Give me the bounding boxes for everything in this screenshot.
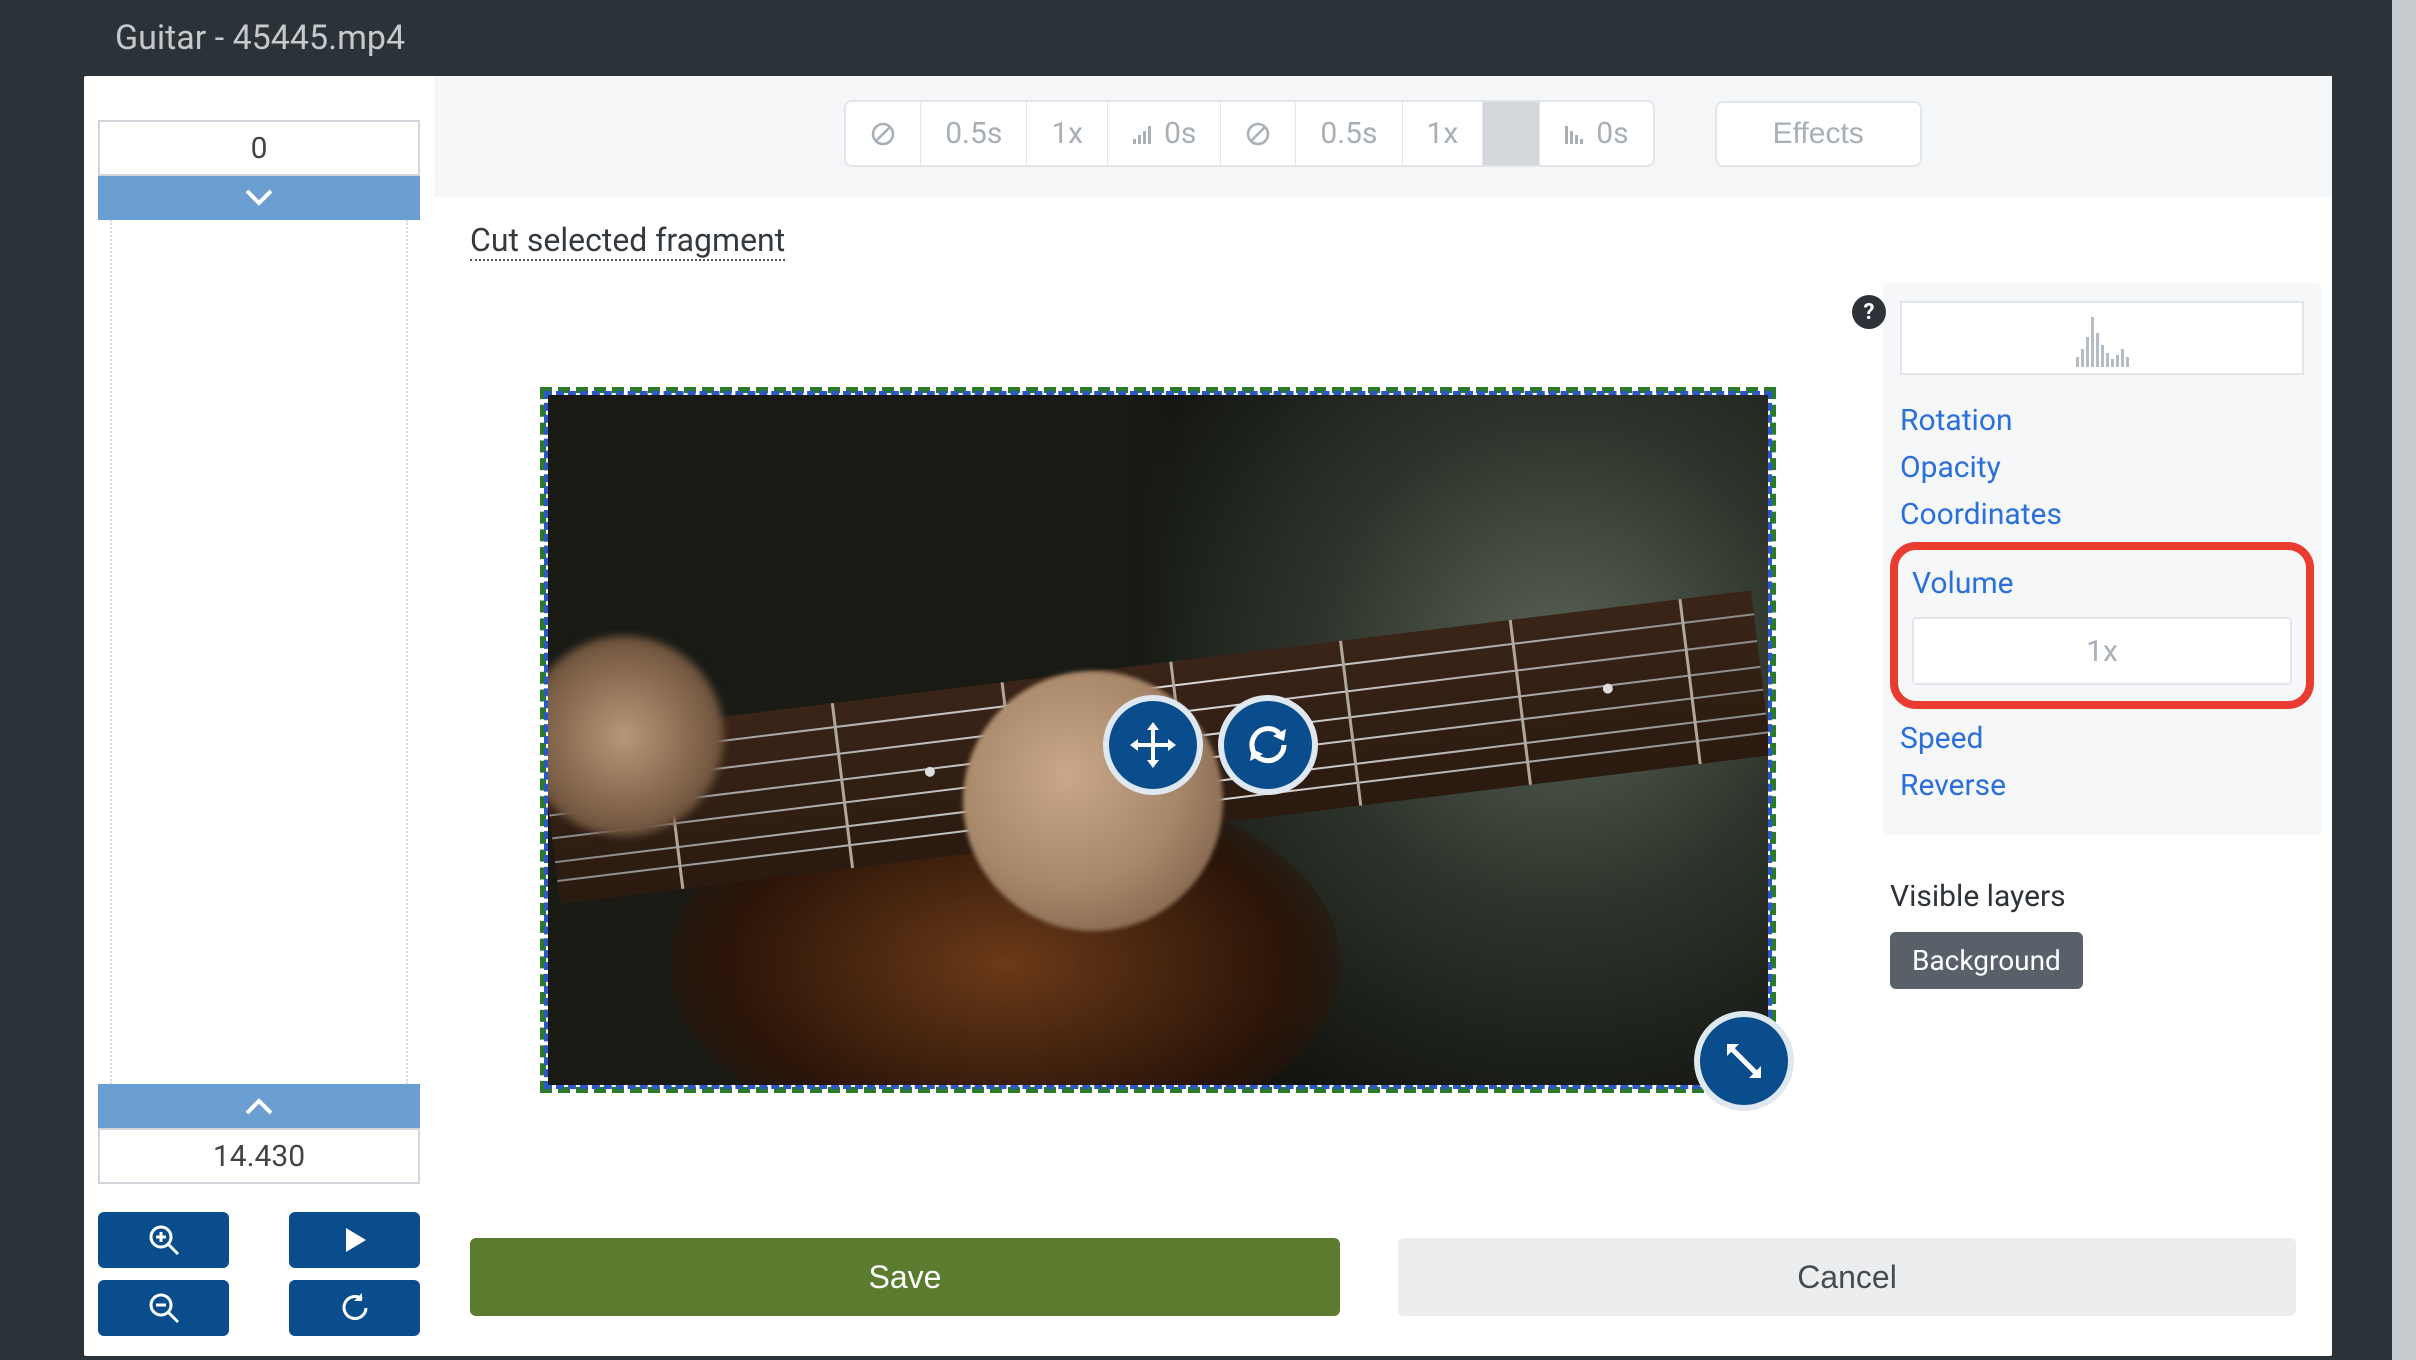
waveform-icon — [2076, 317, 2129, 367]
zoom-in-icon — [146, 1222, 182, 1258]
coordinates-link[interactable]: Coordinates — [1900, 491, 2304, 538]
opacity-link[interactable]: Opacity — [1900, 444, 2304, 491]
cut-fragment-link[interactable]: Cut selected fragment — [470, 221, 785, 261]
signal-desc-icon — [1564, 123, 1586, 145]
transition-in-speed[interactable]: 1x — [1027, 102, 1108, 165]
play-button[interactable] — [289, 1212, 420, 1268]
range-top-handle[interactable] — [98, 176, 420, 220]
transition-in-duration[interactable]: 0.5s — [921, 102, 1027, 165]
move-overlay-button[interactable] — [1103, 695, 1203, 795]
rotation-link[interactable]: Rotation — [1900, 397, 2304, 444]
fade-out-cell[interactable]: 0s — [1540, 102, 1652, 165]
fade-in-duration: 0s — [1164, 116, 1196, 151]
video-preview[interactable] — [548, 395, 1768, 1085]
resize-icon — [1719, 1036, 1769, 1086]
no-transition-in[interactable] — [846, 102, 921, 165]
fade-in-cell[interactable]: 0s — [1108, 102, 1221, 165]
window-title: Guitar - 45445.mp4 — [0, 0, 2416, 76]
speed-link[interactable]: Speed — [1900, 715, 2304, 762]
effects-toolbar: 0.5s 1x 0s 0.5s 1x — [434, 76, 2332, 197]
properties-panel: ? Rotation Opacity Coordinates — [1882, 261, 2332, 1218]
reset-overlay-button[interactable] — [1218, 695, 1318, 795]
end-time-input[interactable]: 14.430 — [98, 1128, 420, 1184]
caret-down-icon — [245, 189, 273, 207]
volume-link[interactable]: Volume — [1912, 560, 2292, 607]
visible-layers-label: Visible layers — [1890, 879, 2322, 914]
effects-button[interactable]: Effects — [1715, 101, 1922, 167]
zoom-out-icon — [146, 1290, 182, 1326]
range-bottom-handle[interactable] — [98, 1084, 420, 1128]
start-time-input[interactable]: 0 — [98, 120, 420, 176]
play-icon — [340, 1225, 370, 1255]
move-icon — [1126, 718, 1180, 772]
scrollbar[interactable] — [2392, 0, 2416, 1360]
volume-group-highlight: Volume 1x — [1890, 542, 2314, 709]
transition-out-duration[interactable]: 0.5s — [1296, 102, 1402, 165]
transition-out-speed[interactable]: 1x — [1403, 102, 1484, 165]
volume-input[interactable]: 1x — [1912, 617, 2292, 685]
resize-handle[interactable] — [1694, 1011, 1794, 1111]
cancel-button[interactable]: Cancel — [1398, 1238, 2296, 1316]
reverse-link[interactable]: Reverse — [1900, 762, 2304, 809]
timeline-track[interactable] — [98, 220, 420, 1084]
signal-asc-icon — [1132, 123, 1154, 145]
editor-panel: 0 14.430 — [84, 76, 2332, 1356]
reload-icon — [338, 1291, 372, 1325]
ban-icon — [1245, 121, 1271, 147]
zoom-out-button[interactable] — [98, 1280, 229, 1336]
fade-out-duration: 0s — [1596, 116, 1628, 151]
timeline-column: 0 14.430 — [84, 76, 434, 1356]
transition-selected[interactable] — [1483, 102, 1540, 165]
save-button[interactable]: Save — [470, 1238, 1340, 1316]
caret-up-icon — [245, 1097, 273, 1115]
zoom-in-button[interactable] — [98, 1212, 229, 1268]
no-transition-out[interactable] — [1221, 102, 1296, 165]
help-icon[interactable]: ? — [1852, 295, 1886, 329]
layer-chip-background[interactable]: Background — [1890, 932, 2083, 989]
waveform-preview[interactable] — [1900, 301, 2304, 375]
refresh-icon — [1242, 719, 1294, 771]
reload-button[interactable] — [289, 1280, 420, 1336]
ban-icon — [870, 121, 896, 147]
transition-segmented: 0.5s 1x 0s 0.5s 1x — [844, 100, 1654, 167]
